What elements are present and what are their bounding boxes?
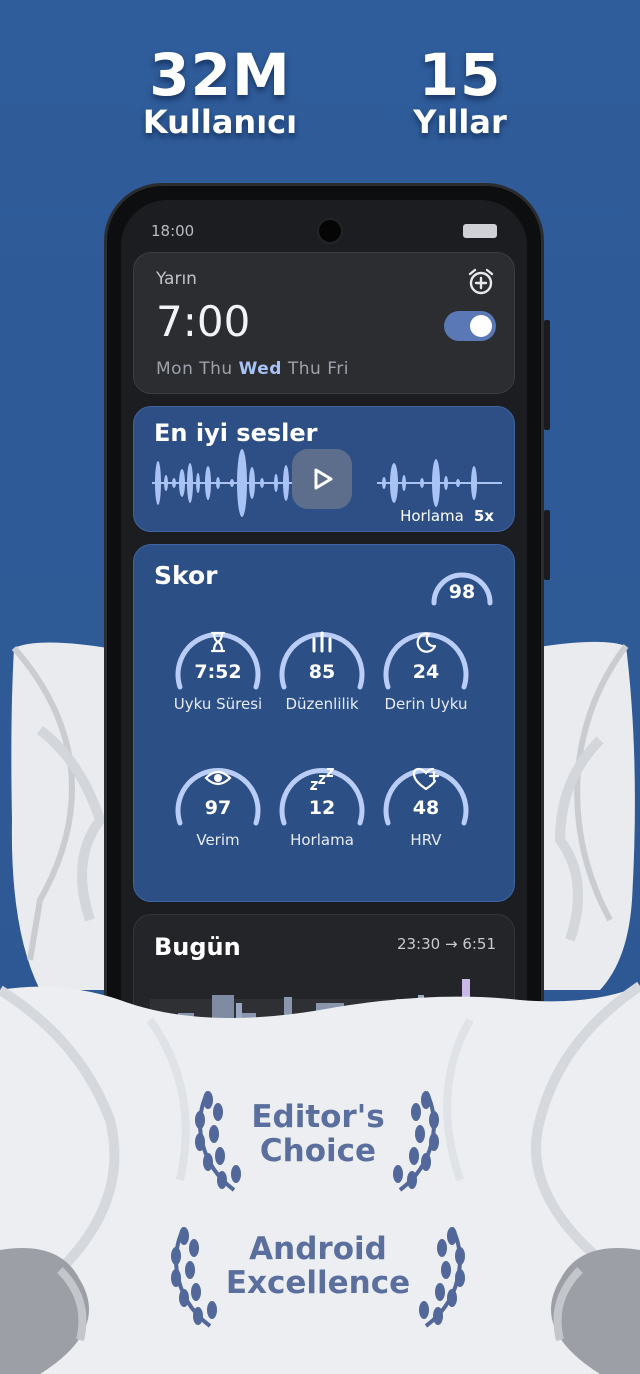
badge-line: Editor's (251, 1099, 385, 1135)
badge-line: Choice (259, 1133, 377, 1169)
badge-line: Excellence (225, 1265, 411, 1301)
badge-line: Android (249, 1231, 387, 1267)
editors-choice-badge: Editor's Choice (236, 1100, 400, 1168)
android-excellence-badge: Android Excellence (216, 1232, 420, 1300)
